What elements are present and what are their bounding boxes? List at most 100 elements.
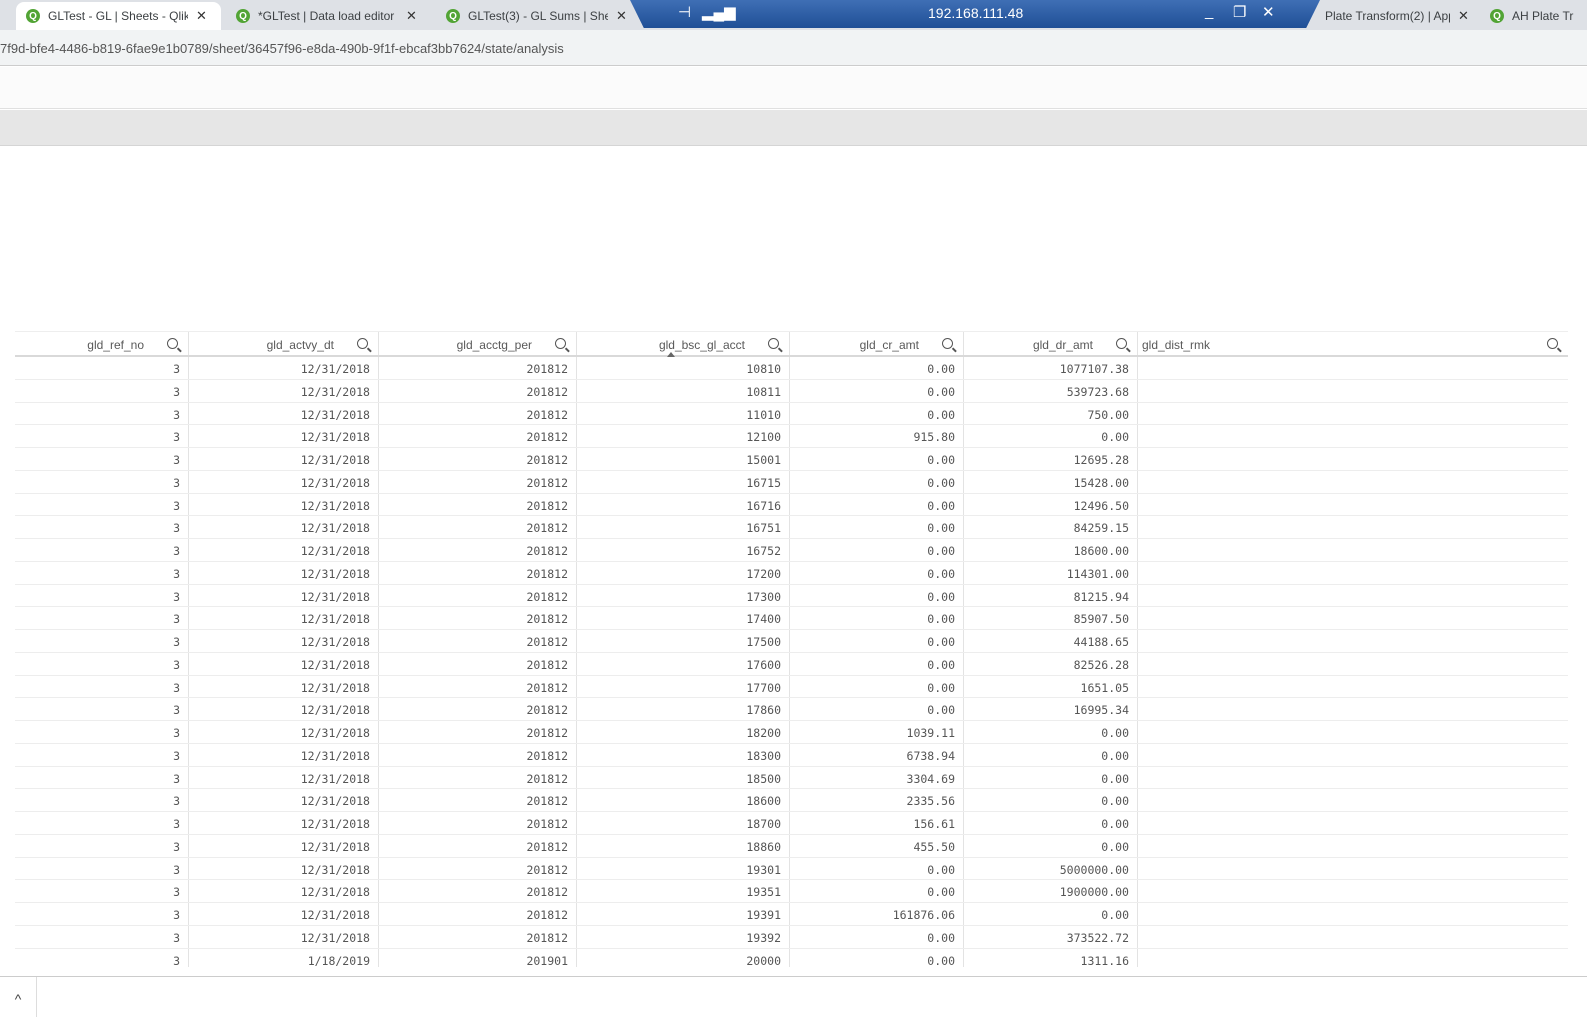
cell-gld_dr_amt: 12695.28 xyxy=(964,448,1138,470)
tab-data-load-editor[interactable]: Q *GLTest | Data load editor - (✕ xyxy=(226,2,431,30)
column-header-gld_acctg_per[interactable]: gld_acctg_per xyxy=(379,332,577,355)
cell-gld_ref_no: 3 xyxy=(15,584,189,607)
cell-gld_cr_amt: 0.00 xyxy=(790,630,964,652)
search-icon[interactable] xyxy=(167,338,178,349)
cell-gld_dr_amt: 373522.72 xyxy=(964,925,1138,948)
table-row[interactable]: 3 12/31/2018 201812 16751 0.00 84259.15 xyxy=(15,516,1568,539)
cell-gld_actvy_dt: 12/31/2018 xyxy=(189,925,379,948)
table-row[interactable]: 3 12/31/2018 201812 12100 915.80 0.00 xyxy=(15,425,1568,448)
address-bar[interactable]: 7f9d-bfe4-4486-b819-6fae9e1b0789/sheet/3… xyxy=(0,30,1587,66)
pin-icon[interactable]: ⊣ xyxy=(678,3,691,21)
column-header-gld_dr_amt[interactable]: gld_dr_amt xyxy=(964,332,1138,355)
cell-gld_ref_no: 3 xyxy=(15,493,189,516)
bottom-bar: ^ xyxy=(0,976,1587,1027)
cell-gld_actvy_dt: 12/31/2018 xyxy=(189,743,379,766)
cell-gld_bsc_gl_acct: 19392 xyxy=(577,925,790,948)
cell-gld_bsc_gl_acct: 18860 xyxy=(577,834,790,857)
cell-gld_dr_amt: 0.00 xyxy=(964,743,1138,766)
table-row[interactable]: 3 12/31/2018 201812 11010 0.00 750.00 xyxy=(15,402,1568,426)
restore-icon[interactable]: ❐ xyxy=(1233,3,1246,21)
cell-gld_bsc_gl_acct: 17600 xyxy=(577,652,790,675)
cell-gld_bsc_gl_acct: 15001 xyxy=(577,448,790,470)
cell-gld_bsc_gl_acct: 20000 xyxy=(577,948,790,967)
table-row[interactable]: 3 12/31/2018 201812 15001 0.00 12695.28 xyxy=(15,448,1568,471)
cell-gld_ref_no: 3 xyxy=(15,698,189,720)
close-tab-icon[interactable]: ✕ xyxy=(196,8,207,24)
close-tab-icon[interactable]: ✕ xyxy=(1458,8,1469,24)
cell-gld_dr_amt: 0.00 xyxy=(964,766,1138,789)
column-header-gld_cr_amt[interactable]: gld_cr_amt xyxy=(790,332,964,355)
qlik-icon: Q xyxy=(26,9,40,23)
tab-plate-transform[interactable]: Plate Transform(2) | App ✕ xyxy=(1315,2,1475,30)
column-label: gld_dr_amt xyxy=(1032,338,1093,352)
table-row[interactable]: 3 12/31/2018 201812 18600 2335.56 0.00 xyxy=(15,789,1568,812)
cell-gld_actvy_dt: 12/31/2018 xyxy=(189,584,379,607)
cell-gld_bsc_gl_acct: 16752 xyxy=(577,539,790,561)
search-icon[interactable] xyxy=(555,338,566,349)
column-header-gld_dist_rmk[interactable]: gld_dist_rmk xyxy=(1138,332,1568,355)
cell-gld_ref_no: 3 xyxy=(15,834,189,857)
table-row[interactable]: 3 12/31/2018 201812 18700 156.61 0.00 xyxy=(15,812,1568,835)
table-row[interactable]: 3 12/31/2018 201812 16752 0.00 18600.00 xyxy=(15,539,1568,562)
table-row[interactable]: 3 12/31/2018 201812 19392 0.00 373522.72 xyxy=(15,925,1568,949)
search-icon[interactable] xyxy=(942,338,953,349)
column-label: gld_actvy_dt xyxy=(266,338,334,352)
table-row[interactable]: 3 12/31/2018 201812 18500 3304.69 0.00 xyxy=(15,766,1568,790)
table-row[interactable]: 3 12/31/2018 201812 17700 0.00 1651.05 xyxy=(15,675,1568,699)
cell-gld_dist_rmk xyxy=(1138,516,1568,538)
cell-gld_actvy_dt: 12/31/2018 xyxy=(189,903,379,925)
cell-gld_ref_no: 3 xyxy=(15,675,189,698)
cell-gld_actvy_dt: 12/31/2018 xyxy=(189,539,379,561)
table-row[interactable]: 3 12/31/2018 201812 18300 6738.94 0.00 xyxy=(15,743,1568,767)
column-header-gld_ref_no[interactable]: gld_ref_no xyxy=(15,332,189,355)
tab-gl-sums[interactable]: QGLTest(3) - GL Sums | Sheets✕ xyxy=(436,2,636,30)
cell-gld_cr_amt: 0.00 xyxy=(790,698,964,720)
cell-gld_dr_amt: 82526.28 xyxy=(964,652,1138,675)
close-tab-icon[interactable]: ✕ xyxy=(616,8,627,24)
table-row[interactable]: 3 12/31/2018 201812 17860 0.00 16995.34 xyxy=(15,698,1568,721)
close-icon[interactable]: ✕ xyxy=(1262,3,1275,21)
table-row[interactable]: 3 12/31/2018 201812 10810 0.00 1077107.38 xyxy=(15,357,1568,380)
cell-gld_cr_amt: 156.61 xyxy=(790,812,964,834)
table-row[interactable]: 3 12/31/2018 201812 19301 0.00 5000000.00 xyxy=(15,857,1568,881)
table-row[interactable]: 3 12/31/2018 201812 18200 1039.11 0.00 xyxy=(15,721,1568,744)
cell-gld_dr_amt: 0.00 xyxy=(964,834,1138,857)
table-row[interactable]: 3 12/31/2018 201812 17200 0.00 114301.00 xyxy=(15,561,1568,585)
table-row[interactable]: 3 12/31/2018 201812 17500 0.00 44188.65 xyxy=(15,630,1568,653)
cell-gld_ref_no: 3 xyxy=(15,448,189,470)
search-icon[interactable] xyxy=(768,338,779,349)
table-row[interactable]: 3 12/31/2018 201812 17600 0.00 82526.28 xyxy=(15,652,1568,676)
table-row[interactable]: 3 12/31/2018 201812 19351 0.00 1900000.00 xyxy=(15,880,1568,903)
table-row[interactable]: 3 1/18/2019 201901 20000 0.00 1311.16 xyxy=(15,948,1568,967)
table-row[interactable]: 3 12/31/2018 201812 19391 161876.06 0.00 xyxy=(15,903,1568,926)
table-row[interactable]: 3 12/31/2018 201812 16716 0.00 12496.50 xyxy=(15,493,1568,517)
cell-gld_dist_rmk xyxy=(1138,880,1568,902)
chevron-up-icon[interactable]: ^ xyxy=(0,977,37,1017)
minimize-icon[interactable]: _ xyxy=(1205,3,1213,20)
search-icon[interactable] xyxy=(357,338,368,349)
cell-gld_acctg_per: 201812 xyxy=(379,402,577,425)
close-tab-icon[interactable]: ✕ xyxy=(406,8,417,24)
table-row[interactable]: 3 12/31/2018 201812 10811 0.00 539723.68 xyxy=(15,379,1568,403)
cell-gld_bsc_gl_acct: 16716 xyxy=(577,493,790,516)
cell-gld_cr_amt: 0.00 xyxy=(790,493,964,516)
sheet-toolbar xyxy=(0,110,1587,146)
search-icon[interactable] xyxy=(1116,338,1127,349)
column-header-gld_actvy_dt[interactable]: gld_actvy_dt xyxy=(189,332,379,355)
cell-gld_ref_no: 3 xyxy=(15,516,189,538)
table-row[interactable]: 3 12/31/2018 201812 18860 455.50 0.00 xyxy=(15,834,1568,858)
cell-gld_dist_rmk xyxy=(1138,448,1568,470)
table-row[interactable]: 3 12/31/2018 201812 16715 0.00 15428.00 xyxy=(15,470,1568,494)
cell-gld_acctg_per: 201812 xyxy=(379,766,577,789)
tab-gltest-sheets[interactable]: QGLTest - GL | Sheets - Qlik Se✕ xyxy=(16,2,221,30)
app-toolbar xyxy=(0,67,1587,109)
search-icon[interactable] xyxy=(1547,338,1558,349)
table-row[interactable]: 3 12/31/2018 201812 17400 0.00 85907.50 xyxy=(15,607,1568,630)
qlik-icon: Q xyxy=(446,9,460,23)
cell-gld_acctg_per: 201812 xyxy=(379,516,577,538)
signal-icon: ▂▄▆ xyxy=(702,4,736,21)
table-row[interactable]: 3 12/31/2018 201812 17300 0.00 81215.94 xyxy=(15,584,1568,608)
column-header-gld_bsc_gl_acct[interactable]: gld_bsc_gl_acct xyxy=(577,332,790,357)
tab-ah-plate[interactable]: Q AH Plate Tr xyxy=(1480,2,1587,30)
cell-gld_acctg_per: 201812 xyxy=(379,880,577,902)
